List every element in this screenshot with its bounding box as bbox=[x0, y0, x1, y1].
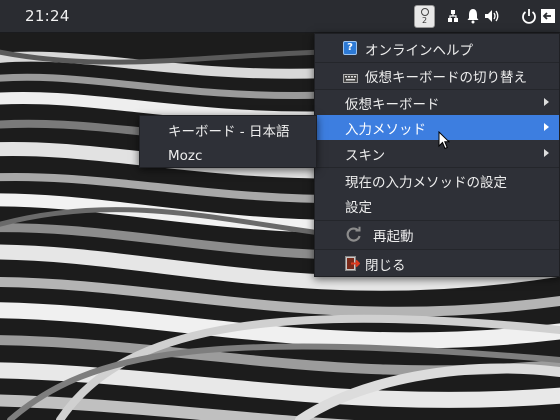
input-method-submenu: キーボード - 日本語 Mozc bbox=[139, 115, 317, 168]
menu-item-close[interactable]: 閉じる bbox=[315, 251, 559, 276]
menu-item-label: スキン bbox=[345, 147, 386, 164]
mouse-pointer-icon bbox=[438, 130, 451, 154]
input-method-indicator-icon[interactable]: 2 bbox=[414, 5, 435, 28]
menu-item-current-im-settings[interactable]: 現在の入力メソッドの設定 bbox=[315, 168, 559, 193]
power-icon[interactable] bbox=[521, 8, 537, 28]
submenu-arrow-icon bbox=[544, 149, 549, 157]
menu-item-label: 入力メソッド bbox=[345, 121, 426, 138]
network-icon[interactable] bbox=[446, 8, 460, 28]
menu-item-label: 仮想キーボード bbox=[345, 96, 440, 113]
menu-item-online-help[interactable]: ? オンラインヘルプ bbox=[315, 36, 559, 61]
menu-item-label: 仮想キーボードの切り替え bbox=[365, 69, 527, 86]
menu-item-label: 現在の入力メソッドの設定 bbox=[345, 174, 507, 191]
menu-item-label: 再起動 bbox=[373, 228, 414, 245]
submenu-arrow-icon bbox=[544, 98, 549, 106]
keyboard-icon bbox=[343, 71, 358, 87]
menu-item-virtual-keyboard[interactable]: 仮想キーボード bbox=[315, 90, 559, 115]
menu-item-label: オンラインヘルプ bbox=[365, 42, 473, 59]
menu-item-restart[interactable]: 再起動 bbox=[315, 222, 559, 247]
menu-item-input-method[interactable]: 入力メソッド bbox=[315, 115, 559, 140]
exit-icon bbox=[345, 256, 361, 275]
top-panel: 21:24 2 bbox=[0, 0, 560, 33]
menu-item-label: 閉じる bbox=[365, 257, 406, 274]
submenu-item-mozc[interactable]: Mozc bbox=[140, 143, 316, 168]
mozc-dot-icon bbox=[420, 8, 429, 16]
restart-icon bbox=[345, 226, 362, 247]
menu-item-label: 設定 bbox=[345, 199, 372, 216]
menu-item-label: Mozc bbox=[168, 147, 203, 164]
menu-separator bbox=[315, 249, 559, 250]
menu-item-settings[interactable]: 設定 bbox=[315, 193, 559, 218]
logout-icon[interactable] bbox=[540, 8, 556, 28]
volume-icon[interactable] bbox=[484, 8, 500, 28]
submenu-item-keyboard-japanese[interactable]: キーボード - 日本語 bbox=[140, 117, 316, 142]
bell-icon[interactable] bbox=[466, 8, 480, 28]
menu-separator bbox=[315, 220, 559, 221]
menu-item-toggle-virtual-keyboard[interactable]: 仮想キーボードの切り替え bbox=[315, 63, 559, 88]
fcitx-tray-menu: ? オンラインヘルプ 仮想キーボードの切り替え 仮想キーボード 入力メソッド ス… bbox=[314, 33, 560, 277]
panel-clock[interactable]: 21:24 bbox=[25, 7, 70, 25]
submenu-arrow-icon bbox=[544, 123, 549, 131]
menu-item-skin[interactable]: スキン bbox=[315, 141, 559, 166]
menu-item-label: キーボード - 日本語 bbox=[168, 123, 290, 140]
help-icon: ? bbox=[343, 41, 357, 55]
indicator-number: 2 bbox=[421, 16, 428, 25]
